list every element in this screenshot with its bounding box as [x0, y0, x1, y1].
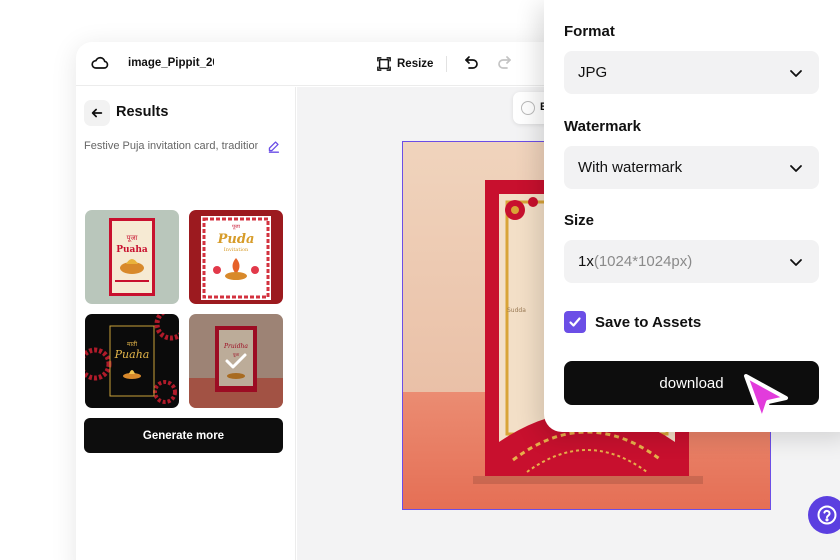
download-panel: Format JPG Watermark With watermark Size… [544, 0, 840, 432]
pencil-icon[interactable] [267, 140, 280, 153]
watermark-label: Watermark [564, 118, 641, 135]
generate-more-button[interactable]: Generate more [84, 418, 283, 453]
result-thumbnail-1[interactable]: पूजा Puaha [85, 210, 179, 304]
result-thumbnail-2[interactable]: पूजा Puda Invitation [189, 210, 283, 304]
thumbnail-image-4: Pruidha पूजा [189, 314, 283, 408]
resize-label: Resize [397, 58, 434, 70]
checkbox-checked[interactable] [564, 311, 586, 333]
undo-icon[interactable] [464, 55, 480, 71]
save-to-assets-checkbox[interactable]: Save to Assets [564, 310, 701, 334]
watermark-select-value: With watermark [578, 159, 683, 176]
size-multiplier: 1x [578, 253, 594, 270]
thumbnail-image-1: पूजा Puaha [85, 210, 179, 304]
prompt-text: Festive Puja invitation card, traditiona… [84, 140, 258, 152]
size-select-value: 1x(1024*1024px) [578, 253, 692, 270]
chevron-down-icon [790, 165, 802, 172]
thumbnail-image-2: पूजा Puda Invitation [189, 210, 283, 304]
check-icon [569, 317, 581, 327]
thumb-2-caption-3: Invitation [224, 247, 249, 253]
thumb-3-caption-1: माती [127, 340, 138, 348]
help-button[interactable] [808, 496, 840, 534]
watermark-select[interactable]: With watermark [564, 146, 819, 189]
chevron-down-icon [790, 70, 802, 77]
toolbar-divider [446, 56, 447, 72]
file-name[interactable]: image_Pippit_20 [128, 57, 214, 69]
size-select[interactable]: 1x(1024*1024px) [564, 240, 819, 283]
format-select-value: JPG [578, 64, 608, 81]
chevron-down-icon [790, 259, 802, 266]
thumb-1-caption-1: पूजा [127, 234, 138, 242]
back-button[interactable] [84, 100, 110, 126]
radio-circle-icon [521, 101, 535, 115]
result-thumbnail-3[interactable]: माती Puaha [85, 314, 179, 408]
result-thumbnail-4-selected[interactable]: Pruidha पूजा [189, 314, 283, 408]
resize-button[interactable]: Resize [377, 54, 433, 74]
format-select[interactable]: JPG [564, 51, 819, 94]
size-label: Size [564, 212, 595, 229]
thumb-2-caption-2: Puda [217, 232, 255, 247]
question-icon [817, 505, 837, 525]
arrow-left-icon [91, 108, 103, 118]
download-button[interactable]: download [564, 361, 819, 405]
redo-icon[interactable] [496, 55, 512, 71]
results-panel: Results Festive Puja invitation card, tr… [76, 87, 296, 560]
thumbnail-image-3: माती Puaha [85, 314, 179, 408]
thumb-2-caption-1: पूजा [232, 224, 241, 230]
thumb-1-caption-2: Puaha [116, 245, 148, 255]
save-to-assets-label: Save to Assets [595, 313, 702, 331]
thumb-3-caption-2: Puaha [114, 348, 150, 361]
card-text: Sudda [507, 307, 526, 314]
results-title: Results [116, 104, 169, 120]
size-dimensions: (1024*1024px) [593, 253, 693, 270]
cloud-icon[interactable] [90, 53, 110, 73]
format-label: Format [564, 23, 615, 40]
resize-icon [377, 57, 391, 71]
